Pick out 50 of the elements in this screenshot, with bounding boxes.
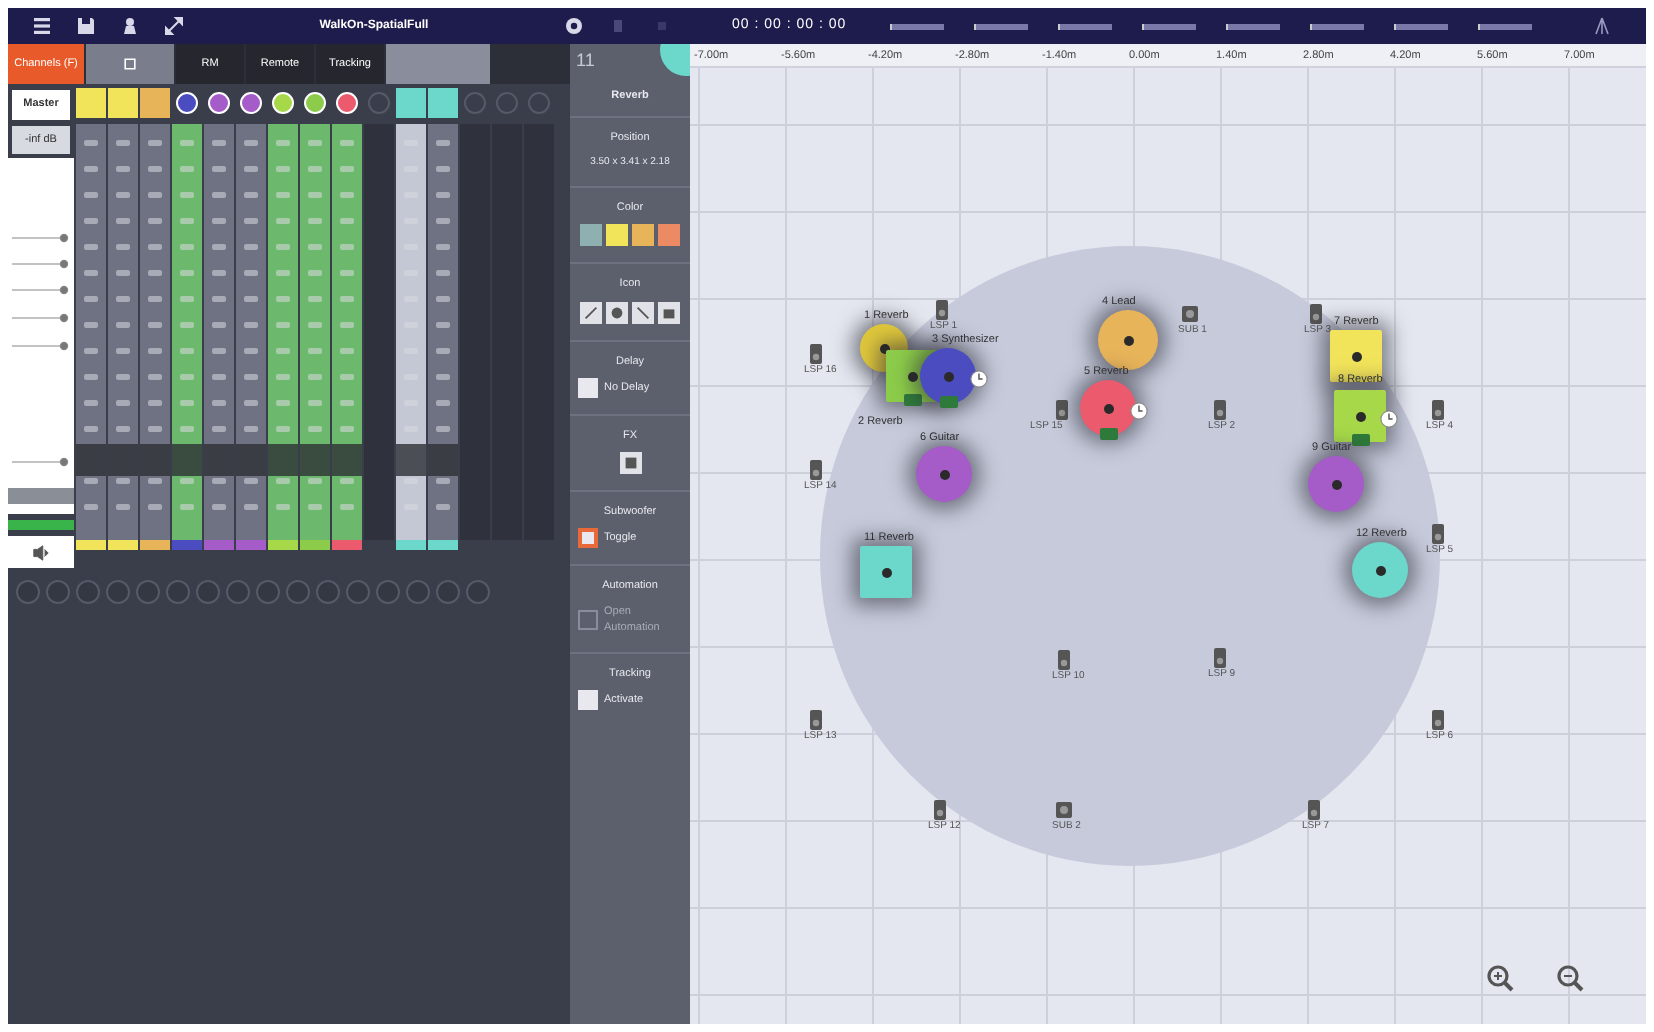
person-icon[interactable] (120, 16, 140, 36)
speaker-icon[interactable] (808, 344, 824, 364)
speaker-icon[interactable] (808, 710, 824, 730)
zoom-in-icon[interactable] (1486, 964, 1514, 992)
circle-icon[interactable] (608, 303, 626, 321)
channel-color[interactable] (204, 88, 234, 118)
fx-icon[interactable] (621, 454, 639, 472)
color-swatch[interactable] (658, 224, 680, 247)
settings-icon[interactable] (564, 16, 584, 36)
speaker-icon[interactable] (1056, 650, 1072, 670)
empty-channel-icon (368, 92, 390, 114)
subwoofer-icon[interactable] (1182, 304, 1198, 324)
color-swatch[interactable] (580, 224, 602, 247)
square-icon[interactable] (660, 303, 678, 321)
channel-number: 11 (576, 48, 595, 74)
color-swatch[interactable] (632, 224, 654, 247)
speaker-icon[interactable] (1308, 304, 1324, 324)
empty-channel-icon (496, 92, 518, 114)
empty-channel-icon (528, 92, 550, 114)
menu-icon[interactable] (32, 16, 52, 36)
channel-color[interactable] (300, 88, 330, 118)
zoom-out-icon[interactable] (1556, 964, 1584, 992)
speaker-icon[interactable] (1430, 710, 1446, 730)
speaker-icon[interactable] (1306, 800, 1322, 820)
speaker-icon[interactable] (1054, 400, 1070, 420)
speaker-icon[interactable] (1212, 400, 1228, 420)
color-swatch[interactable] (606, 224, 628, 247)
speaker-icon[interactable] (808, 460, 824, 480)
expand-icon[interactable] (164, 16, 184, 36)
speaker-icon[interactable] (934, 300, 950, 320)
speaker-icon[interactable] (1430, 524, 1446, 544)
sound-source[interactable] (1330, 330, 1382, 382)
tripod-icon[interactable] (1592, 16, 1613, 36)
checkbox[interactable] (578, 528, 598, 549)
speaker-icon[interactable] (32, 543, 50, 561)
channel-color[interactable] (236, 88, 266, 118)
channel-color[interactable] (268, 88, 298, 118)
sound-source[interactable] (1334, 390, 1386, 442)
level-meter (8, 520, 74, 530)
speaker-icon[interactable] (1430, 400, 1446, 420)
empty-channel-icon (464, 92, 486, 114)
line-icon[interactable] (634, 303, 652, 321)
subwoofer-icon[interactable] (1056, 800, 1072, 820)
speaker-icon[interactable] (1212, 648, 1228, 668)
channel-color[interactable] (332, 88, 362, 118)
speaker-icon[interactable] (932, 800, 948, 820)
sound-source[interactable] (860, 546, 912, 598)
pen-icon[interactable] (582, 303, 600, 321)
save-icon (122, 55, 138, 72)
save-icon[interactable] (76, 16, 96, 36)
